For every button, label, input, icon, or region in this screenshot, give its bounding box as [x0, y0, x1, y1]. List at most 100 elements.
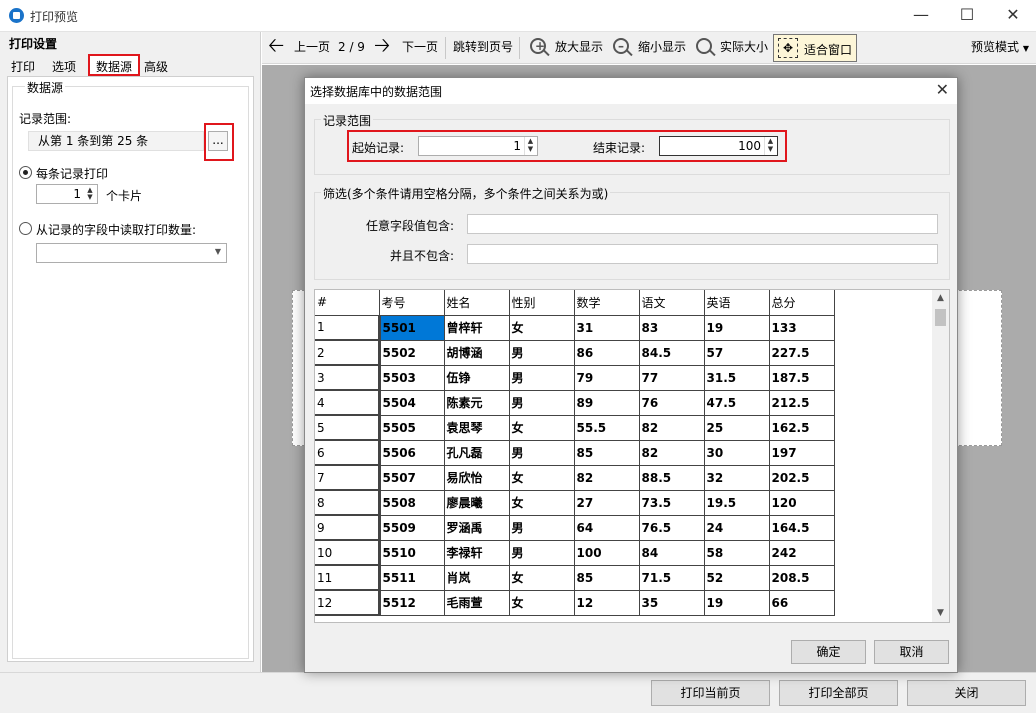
table-row[interactable]: 3 5503 伍铮男 79 77 31.5 187.5 [315, 365, 835, 391]
scroll-thumb[interactable] [935, 309, 946, 326]
table-cell[interactable]: 47.5 [704, 390, 770, 416]
table-cell[interactable]: 男 [509, 390, 575, 416]
table-cell[interactable]: 5502 [379, 340, 445, 366]
table-cell[interactable]: 12 [574, 590, 640, 616]
table-cell[interactable]: 孔凡磊 [444, 440, 510, 466]
close-button[interactable]: 关闭 [907, 680, 1026, 706]
maximize-icon[interactable]: ☐ [944, 0, 990, 32]
arrow-left-icon[interactable]: 🡠 [268, 31, 284, 65]
table-cell[interactable]: 86 [574, 340, 640, 366]
column-header[interactable]: # [315, 290, 380, 316]
table-row[interactable]: 2 5502 胡博涵男 86 84.5 57 227.5 [315, 340, 835, 366]
arrow-right-icon[interactable]: 🡢 [374, 31, 390, 65]
column-header[interactable]: 英语 [704, 290, 770, 316]
table-cell[interactable]: 男 [509, 440, 575, 466]
zoom-out-button[interactable]: 缩小显示 [638, 32, 686, 63]
table-cell[interactable]: 易欣怡 [444, 465, 510, 491]
contains-input[interactable] [467, 214, 938, 234]
table-cell[interactable]: 76.5 [639, 515, 705, 541]
table-cell[interactable]: 廖晨曦 [444, 490, 510, 516]
table-cell[interactable]: 伍铮 [444, 365, 510, 391]
table-cell[interactable]: 曾梓轩 [444, 315, 510, 341]
radio-each-record[interactable] [19, 166, 32, 179]
table-cell[interactable]: 19.5 [704, 490, 770, 516]
row-header[interactable]: 1 [315, 315, 381, 341]
table-cell[interactable]: 5510 [379, 540, 445, 566]
close-icon[interactable]: ✕ [936, 80, 949, 99]
row-header[interactable]: 7 [315, 465, 381, 491]
table-cell[interactable]: 227.5 [769, 340, 835, 366]
row-header[interactable]: 5 [315, 415, 381, 441]
actual-size-button[interactable]: 实际大小 [720, 32, 768, 63]
table-cell[interactable]: 187.5 [769, 365, 835, 391]
records-grid[interactable]: # 考号 姓名 性别 数学 语文 英语 总分 1 5501 曾梓轩女 31 83 19 133 2 5502 胡… [314, 289, 950, 623]
table-cell[interactable]: 73.5 [639, 490, 705, 516]
scroll-down-icon[interactable]: ▼ [932, 605, 949, 622]
table-cell[interactable]: 82 [639, 440, 705, 466]
table-cell[interactable]: 女 [509, 415, 575, 441]
table-cell[interactable]: 5503 [379, 365, 445, 391]
row-header[interactable]: 11 [315, 565, 381, 591]
table-cell[interactable]: 5505 [379, 415, 445, 441]
print-current-button[interactable]: 打印当前页 [651, 680, 770, 706]
table-cell[interactable]: 女 [509, 590, 575, 616]
table-cell[interactable]: 24 [704, 515, 770, 541]
table-cell[interactable]: 5508 [379, 490, 445, 516]
table-cell[interactable]: 84.5 [639, 340, 705, 366]
table-cell[interactable]: 202.5 [769, 465, 835, 491]
table-cell[interactable]: 胡博涵 [444, 340, 510, 366]
table-cell[interactable]: 52 [704, 565, 770, 591]
table-cell[interactable]: 男 [509, 365, 575, 391]
scroll-up-icon[interactable]: ▲ [932, 290, 949, 307]
table-cell[interactable]: 31 [574, 315, 640, 341]
row-header[interactable]: 6 [315, 440, 381, 466]
table-cell[interactable]: 陈素元 [444, 390, 510, 416]
table-cell[interactable]: 女 [509, 315, 575, 341]
range-browse-button[interactable]: ... [208, 131, 228, 151]
next-page-button[interactable]: 下一页 [402, 32, 438, 63]
table-cell[interactable]: 162.5 [769, 415, 835, 441]
table-cell[interactable]: 19 [704, 590, 770, 616]
table-cell[interactable]: 5501 [379, 315, 445, 341]
tab-print[interactable]: 打印 [8, 58, 38, 76]
row-header[interactable]: 9 [315, 515, 381, 541]
table-cell[interactable]: 82 [639, 415, 705, 441]
column-header[interactable]: 姓名 [444, 290, 510, 316]
goto-page-button[interactable]: 跳转到页号 [453, 32, 513, 63]
stepper-arrows-icon[interactable]: ▲ ▼ [524, 137, 536, 155]
table-cell[interactable]: 64 [574, 515, 640, 541]
tab-options[interactable]: 选项 [49, 58, 79, 76]
table-cell[interactable]: 5507 [379, 465, 445, 491]
table-row[interactable]: 5 5505 袁思琴女 55.5 82 25 162.5 [315, 415, 835, 441]
zoom-in-button[interactable]: 放大显示 [555, 32, 603, 63]
table-cell[interactable]: 5506 [379, 440, 445, 466]
table-cell[interactable]: 5509 [379, 515, 445, 541]
column-header[interactable]: 考号 [379, 290, 445, 316]
radio-from-field[interactable] [19, 222, 32, 235]
stepper-arrows-icon[interactable]: ▲ ▼ [764, 137, 776, 155]
table-cell[interactable]: 5504 [379, 390, 445, 416]
print-all-button[interactable]: 打印全部页 [779, 680, 898, 706]
table-cell[interactable]: 5512 [379, 590, 445, 616]
table-cell[interactable]: 女 [509, 565, 575, 591]
column-header[interactable]: 性别 [509, 290, 575, 316]
cards-stepper[interactable]: 1 ▲ ▼ [36, 184, 98, 204]
table-cell[interactable]: 25 [704, 415, 770, 441]
zoom-out-icon[interactable]: – [613, 38, 629, 54]
table-cell[interactable]: 212.5 [769, 390, 835, 416]
fit-window-button[interactable]: ✥ 适合窗口 [773, 34, 857, 62]
table-cell[interactable]: 罗涵禹 [444, 515, 510, 541]
minimize-icon[interactable]: — [898, 0, 944, 32]
cancel-button[interactable]: 取消 [874, 640, 949, 664]
table-cell[interactable]: 76 [639, 390, 705, 416]
table-cell[interactable]: 袁思琴 [444, 415, 510, 441]
zoom-in-icon[interactable]: + [530, 38, 546, 54]
table-cell[interactable]: 女 [509, 490, 575, 516]
table-cell[interactable]: 57 [704, 340, 770, 366]
table-cell[interactable]: 120 [769, 490, 835, 516]
table-cell[interactable]: 31.5 [704, 365, 770, 391]
start-record-stepper[interactable]: 1 ▲ ▼ [418, 136, 538, 156]
table-row[interactable]: 12 5512 毛雨萱女 12 35 19 66 [315, 590, 835, 616]
row-header[interactable]: 8 [315, 490, 381, 516]
row-header[interactable]: 4 [315, 390, 381, 416]
